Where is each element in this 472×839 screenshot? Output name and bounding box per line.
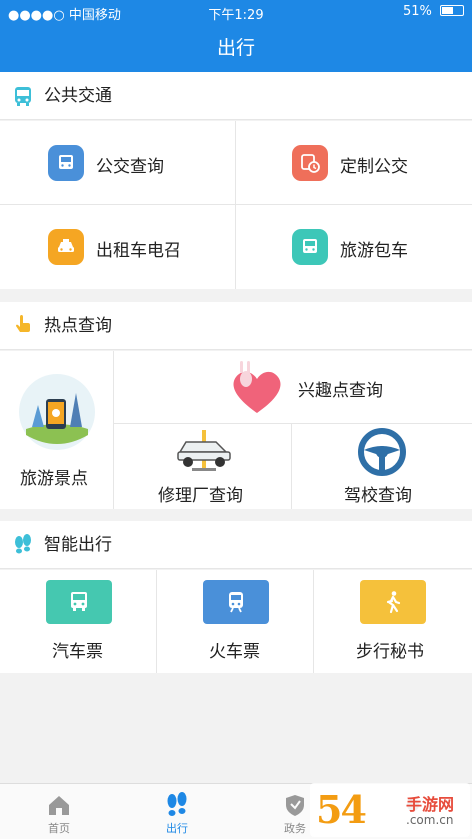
train-ticket-label: 火车票 <box>209 642 260 662</box>
walking-assistant-item[interactable]: 步行秘书 <box>314 570 472 673</box>
shield-icon <box>286 795 304 816</box>
custom-bus-icon <box>292 145 328 181</box>
tab-label: 首页 <box>48 822 70 835</box>
bus-query-item[interactable]: 公交查询 <box>0 121 236 205</box>
custom-bus-label: 定制公交 <box>340 157 408 177</box>
tour-charter-label: 旅游包车 <box>340 241 408 261</box>
taxi-icon <box>48 229 84 265</box>
tourist-spots-label: 旅游景点 <box>20 469 88 489</box>
repair-shop-label: 修理厂查询 <box>158 486 243 506</box>
section-header-smart-travel: 智能出行 <box>0 521 472 569</box>
poi-query-label: 兴趣点查询 <box>298 381 383 401</box>
bus-query-label: 公交查询 <box>96 157 164 177</box>
bus-ticket-label: 汽车票 <box>52 642 103 662</box>
status-bar: ●●●●○ 中国移动 下午1:29 51% <box>0 0 472 24</box>
heart-bunny-icon <box>233 361 281 413</box>
bus-ticket-icon <box>46 580 112 624</box>
section-title: 公共交通 <box>44 86 112 106</box>
bus-icon <box>15 87 31 106</box>
battery-icon <box>440 5 464 16</box>
page-title: 出行 <box>0 24 472 72</box>
bus-query-icon <box>48 145 84 181</box>
bus-ticket-item[interactable]: 汽车票 <box>0 570 157 673</box>
walking-assistant-label: 步行秘书 <box>356 642 424 662</box>
hotspots-grid: 旅游景点 兴趣点查询 修理厂查询 驾校查询 <box>0 351 472 509</box>
pointing-hand-icon <box>16 315 30 332</box>
smart-travel-grid: 汽车票 火车票 步行秘书 <box>0 570 472 673</box>
home-icon <box>49 796 69 815</box>
tour-charter-item[interactable]: 旅游包车 <box>236 205 472 289</box>
tourist-spots-icon <box>19 374 95 450</box>
battery-indicator: 51% <box>403 4 464 19</box>
watermark-text: 手游网 <box>406 795 455 814</box>
steering-wheel-icon <box>358 428 406 476</box>
section-title: 热点查询 <box>44 316 112 336</box>
watermark-number: 54 <box>316 787 367 832</box>
footprints-icon <box>15 534 31 554</box>
taxi-call-label: 出租车电召 <box>96 241 181 261</box>
repair-shop-item[interactable]: 修理厂查询 <box>114 424 292 509</box>
tab-label: 出行 <box>166 822 188 835</box>
section-title: 智能出行 <box>44 535 112 555</box>
tab-home[interactable]: 首页 <box>0 784 118 839</box>
watermark-domain: .com.cn <box>406 813 454 827</box>
footprints-icon <box>167 792 187 816</box>
public-transit-grid: 公交查询 定制公交 出租车电召 旅游包车 <box>0 121 472 289</box>
clock: 下午1:29 <box>208 8 264 23</box>
section-header-public-transit: 公共交通 <box>0 72 472 120</box>
tab-label: 政务 <box>284 822 306 835</box>
poi-query-item[interactable]: 兴趣点查询 <box>114 351 472 424</box>
custom-bus-item[interactable]: 定制公交 <box>236 121 472 205</box>
battery-percent: 51% <box>402 4 432 19</box>
driving-school-item[interactable]: 驾校查询 <box>292 424 472 509</box>
taxi-call-item[interactable]: 出租车电召 <box>0 205 236 289</box>
section-header-hotspots: 热点查询 <box>0 302 472 350</box>
car-lift-icon <box>177 430 231 471</box>
tourist-spots-item[interactable]: 旅游景点 <box>0 351 114 509</box>
walking-icon <box>360 580 426 624</box>
tour-bus-icon <box>292 229 328 265</box>
watermark-logo: 54 手游网 .com.cn <box>310 783 470 837</box>
train-ticket-icon <box>203 580 269 624</box>
train-ticket-item[interactable]: 火车票 <box>157 570 314 673</box>
tab-travel[interactable]: 出行 <box>118 784 236 839</box>
driving-school-label: 驾校查询 <box>344 486 412 506</box>
